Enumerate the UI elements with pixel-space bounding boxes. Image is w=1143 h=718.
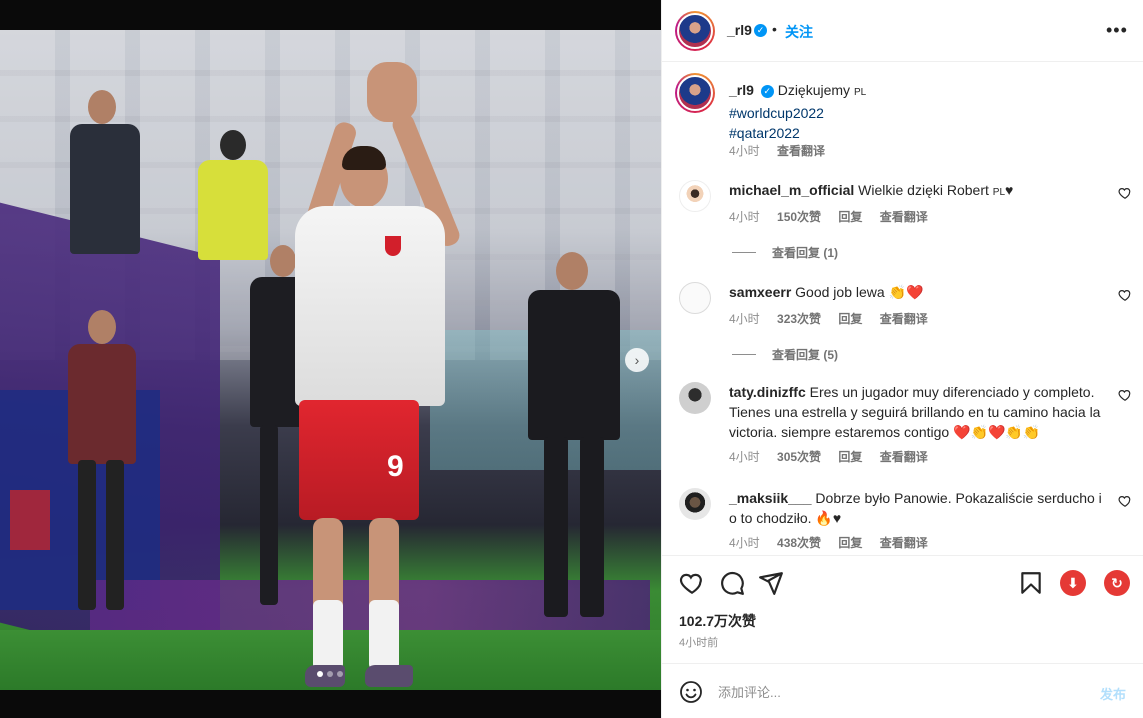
verified-badge-icon: ✓ — [760, 84, 774, 98]
red-board — [10, 490, 50, 550]
carousel-next-button[interactable]: › — [625, 348, 649, 372]
replies-divider — [732, 252, 756, 253]
commenter-avatar[interactable] — [679, 488, 711, 520]
comment-text: michael_m_official Wielkie dzięki Robert… — [729, 182, 1014, 198]
poland-crest — [385, 236, 401, 256]
caption-avatar[interactable] — [675, 73, 715, 113]
commenter-avatar[interactable] — [679, 382, 711, 414]
caption-body: Dziękujemy — [777, 82, 851, 98]
post-time: 4小时前 — [679, 637, 719, 649]
commenter-avatar[interactable] — [679, 282, 711, 314]
post-photo[interactable]: 9 — [0, 30, 661, 690]
more-options-icon[interactable]: ••• — [1106, 20, 1128, 41]
separator-dot: • — [772, 21, 777, 37]
comment-meta: 4小时 438次赞 回复 查看翻译 — [729, 536, 928, 550]
comment-likes-count[interactable]: 438次赞 — [777, 536, 821, 550]
comment-likes-count[interactable]: 305次赞 — [777, 450, 821, 464]
comment-text: taty.dinizffc Eres un jugador muy difere… — [729, 384, 1101, 440]
see-translation-button[interactable]: 查看翻译 — [880, 312, 928, 326]
caption-username[interactable]: _rl9 — [729, 82, 754, 98]
commenter-avatar[interactable] — [679, 180, 711, 212]
reply-button[interactable]: 回复 — [838, 210, 862, 224]
comment-composer: 发布 — [662, 663, 1143, 718]
carousel-dot — [317, 671, 323, 677]
carousel-dot — [337, 671, 343, 677]
caption-time: 4小时 — [729, 144, 760, 158]
hashtag-link[interactable]: #worldcup2022 — [729, 105, 824, 121]
author-username[interactable]: _rl9 — [727, 22, 752, 38]
chevron-right-icon: › — [634, 352, 640, 368]
comments-list[interactable]: _rl9 ✓ Dziękujemy PL #worldcup2022 #qata… — [662, 62, 1143, 555]
caption-meta: 4小时 查看翻译 — [729, 142, 839, 159]
follow-button[interactable]: 关注 — [785, 22, 813, 42]
commenter-username[interactable]: michael_m_official — [729, 182, 854, 198]
post-media: 9 › — [0, 0, 661, 718]
refresh-extension-icon[interactable]: ↻ — [1104, 570, 1130, 596]
see-translation-button[interactable]: 查看翻译 — [880, 210, 928, 224]
likes-count[interactable]: 102.7万次赞 — [679, 611, 756, 631]
comment-bubble-icon[interactable] — [719, 570, 745, 596]
commenter-username[interactable]: taty.dinizffc — [729, 384, 806, 400]
save-bookmark-icon[interactable] — [1018, 570, 1044, 596]
comment-likes-count[interactable]: 150次赞 — [777, 210, 821, 224]
like-comment-heart-icon[interactable] — [1118, 288, 1132, 302]
heart-emoji: ♥ — [1005, 182, 1014, 198]
comment-text: samxeerr Good job lewa 👏❤️ — [729, 284, 924, 300]
post-header: _rl9 ✓ • 关注 ••• — [662, 0, 1143, 62]
jersey-number: 9 — [387, 450, 404, 483]
emoji-smiley-icon[interactable] — [679, 680, 703, 704]
background-person — [520, 252, 630, 622]
comment-text: _maksiik___ Dobrze było Panowie. Pokazal… — [729, 490, 1102, 526]
reply-button[interactable]: 回复 — [838, 450, 862, 464]
player: 9 — [295, 62, 463, 690]
commenter-username[interactable]: _maksiik___ — [729, 490, 812, 506]
hashtag-link[interactable]: #qatar2022 — [729, 125, 800, 141]
author-avatar[interactable] — [675, 11, 715, 51]
view-replies-button[interactable]: 查看回复 (5) — [732, 346, 838, 363]
reply-button[interactable]: 回复 — [838, 312, 862, 326]
comment-meta: 4小时 323次赞 回复 查看翻译 — [729, 312, 928, 326]
like-heart-icon[interactable] — [679, 570, 705, 596]
reply-button[interactable]: 回复 — [838, 536, 862, 550]
heart-clap-emoji: ❤️👏❤️👏👏 — [953, 424, 1041, 440]
fire-heart-emoji: 🔥♥ — [815, 510, 842, 526]
comment-input[interactable] — [718, 676, 1078, 708]
see-translation-button[interactable]: 查看翻译 — [880, 536, 928, 550]
like-comment-heart-icon[interactable] — [1118, 494, 1132, 508]
carousel-indicator — [317, 671, 343, 677]
post-side-panel: _rl9 ✓ • 关注 ••• _rl9 ✓ Dziękujemy PL #wo… — [661, 0, 1143, 718]
commenter-username[interactable]: samxeerr — [729, 284, 791, 300]
post-actions: ⬇ ↻ 102.7万次赞 4小时前 — [662, 555, 1143, 663]
post-comment-button[interactable]: 发布 — [1100, 684, 1126, 703]
background-person — [62, 310, 142, 630]
share-paper-plane-icon[interactable] — [758, 570, 784, 596]
poland-flag-icon: PL — [992, 187, 1006, 198]
download-extension-icon[interactable]: ⬇ — [1060, 570, 1086, 596]
replies-divider — [732, 354, 756, 355]
view-replies-button[interactable]: 查看回复 (1) — [732, 244, 838, 261]
comment-likes-count[interactable]: 323次赞 — [777, 312, 821, 326]
background-person — [198, 130, 268, 260]
comment-meta: 4小时 305次赞 回复 查看翻译 — [729, 450, 928, 464]
background-person — [70, 90, 140, 260]
see-translation-button[interactable]: 查看翻译 — [880, 450, 928, 464]
instagram-post-viewer: 9 › _rl9 ✓ • 关注 ••• _rl9 ✓ Dziękujemy PL… — [0, 0, 1143, 718]
see-translation-button[interactable]: 查看翻译 — [777, 144, 825, 158]
like-comment-heart-icon[interactable] — [1118, 186, 1132, 200]
poland-flag-icon: PL — [853, 87, 867, 98]
caption-text: _rl9 ✓ Dziękujemy PL #worldcup2022 #qata… — [729, 80, 1109, 143]
verified-badge-icon: ✓ — [754, 24, 767, 37]
like-comment-heart-icon[interactable] — [1118, 388, 1132, 402]
carousel-dot — [327, 671, 333, 677]
comment-meta: 4小时 150次赞 回复 查看翻译 — [729, 210, 928, 224]
clap-heart-emoji: 👏❤️ — [888, 284, 924, 300]
